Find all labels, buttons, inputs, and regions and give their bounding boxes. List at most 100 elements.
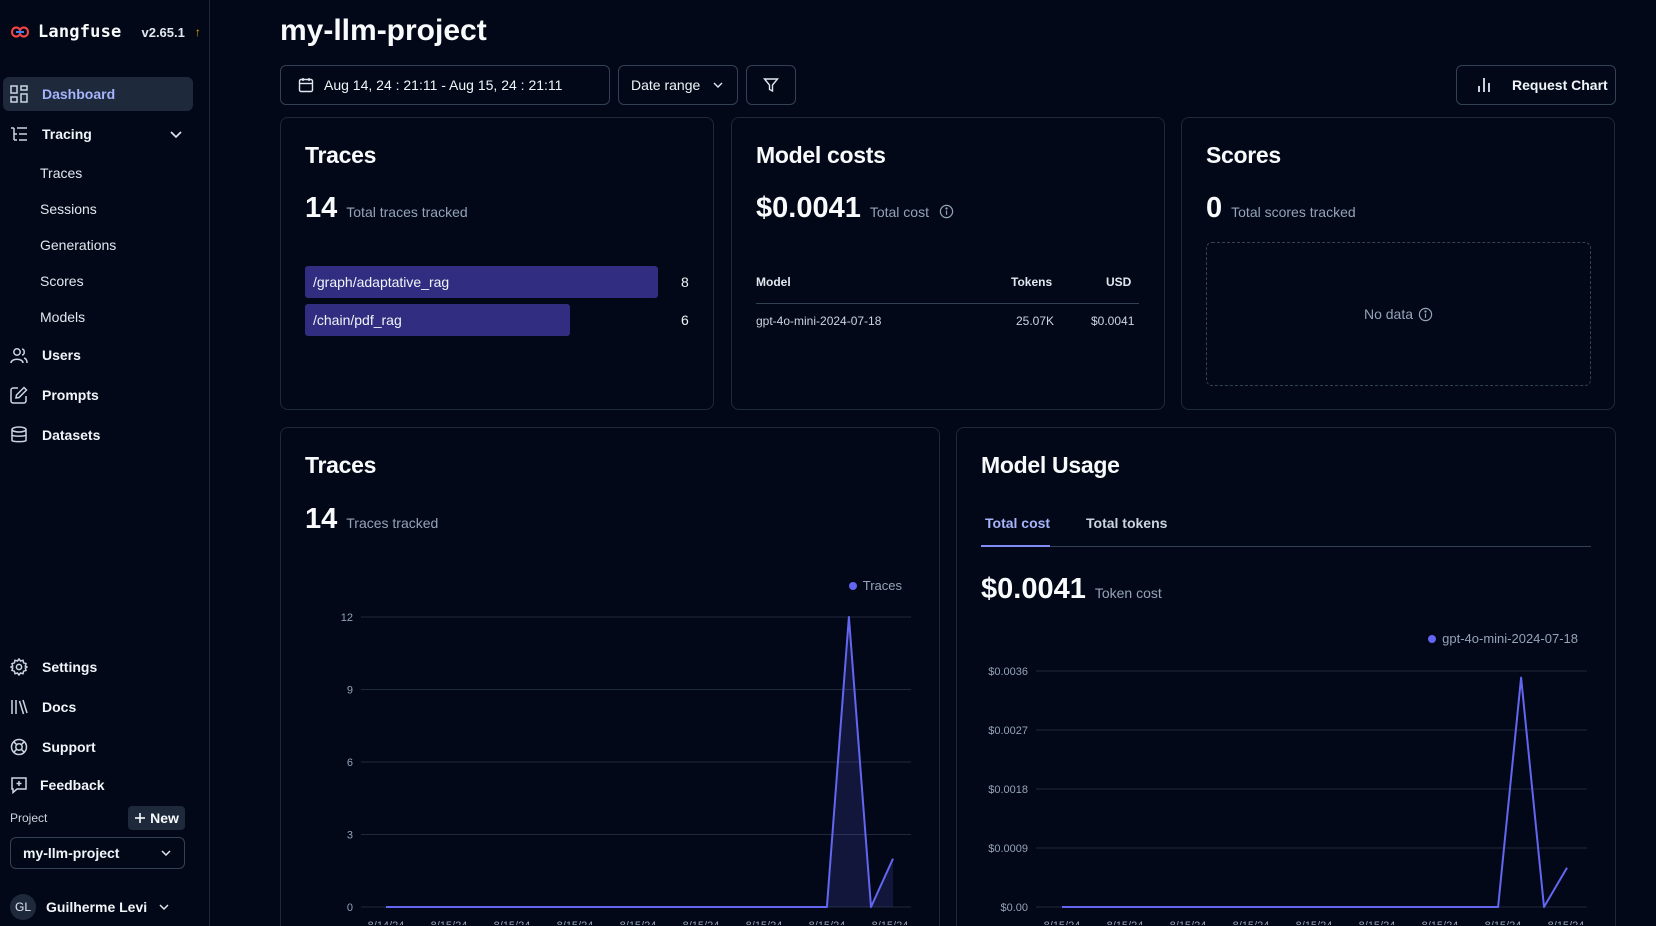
card-title: Model costs (756, 142, 886, 168)
sidebar-item-label: Users (42, 347, 81, 363)
user-menu[interactable]: GL Guilherme Levi (10, 894, 190, 920)
sidebar-item-feedback[interactable]: Feedback (3, 768, 193, 802)
table-cell-usd: $0.0041 (1091, 314, 1135, 328)
calendar-icon (298, 78, 314, 93)
brand-name: Langfuse (38, 22, 122, 42)
trace-bar-value: 8 (681, 274, 689, 290)
model-usage-card: Model Usage Total cost Total tokens $0.0… (956, 427, 1616, 926)
version-badge[interactable]: v2.65.1 (141, 25, 184, 40)
x-tick-label: 8/15/24 (1485, 920, 1522, 925)
metric-value: 14 (305, 192, 338, 224)
sidebar-subitem-generations[interactable]: Generations (40, 237, 116, 253)
x-tick-label: 8/15/24 (620, 920, 657, 925)
trace-bar-value: 6 (681, 312, 689, 328)
filter-icon (763, 78, 779, 93)
x-tick-label: 8/15/24 (431, 920, 468, 925)
new-project-button[interactable]: New (128, 806, 185, 830)
table-cell-model: gpt-4o-mini-2024-07-18 (756, 314, 882, 328)
x-tick-label: 8/15/24 (809, 920, 846, 925)
x-tick-label: 8/15/24 (1170, 920, 1207, 925)
y-tick-label: $0.0036 (988, 666, 1028, 678)
x-tick-label: 8/14/24 (368, 920, 405, 925)
user-name: Guilherme Levi (46, 899, 148, 915)
sidebar-item-datasets[interactable]: Datasets (3, 418, 193, 452)
sidebar: Langfuse v2.65.1 ↑ Dashboard Tracing Tra… (0, 0, 210, 926)
date-range-select-value: Date range (631, 77, 701, 93)
date-range-text: Aug 14, 24 : 21:11 - Aug 15, 24 : 21:11 (324, 77, 563, 93)
column-header-model: Model (756, 275, 791, 289)
dashboard-icon (10, 85, 28, 103)
bar-chart-icon (1478, 78, 1490, 92)
y-tick-label: 12 (341, 612, 353, 624)
sidebar-subitem-sessions[interactable]: Sessions (40, 201, 97, 217)
new-project-label: New (150, 810, 179, 826)
sidebar-subitem-models[interactable]: Models (40, 309, 85, 325)
metric-label: Total cost (869, 204, 929, 220)
sidebar-item-label: Support (42, 739, 96, 755)
x-tick-label: 8/15/24 (557, 920, 594, 925)
project-select[interactable]: my-llm-project (10, 837, 185, 869)
sidebar-item-label: Docs (42, 699, 77, 715)
x-tick-label: 8/15/24 (683, 920, 720, 925)
trace-bar-row: /graph/adaptative_rag 8 (305, 266, 690, 298)
metric-value: 0 (1206, 192, 1223, 224)
page-title: my-llm-project (280, 14, 487, 47)
sidebar-item-support[interactable]: Support (3, 730, 193, 764)
y-tick-label: 9 (347, 685, 353, 697)
sidebar-item-users[interactable]: Users (3, 338, 193, 372)
x-tick-label: 8/15/24 (1422, 920, 1459, 925)
info-icon[interactable] (939, 204, 954, 219)
costs-metric: $0.0041 Total cost (756, 192, 954, 225)
sidebar-item-label: Feedback (40, 777, 105, 793)
y-tick-label: 3 (347, 830, 353, 842)
y-tick-label: $0.0018 (988, 784, 1028, 796)
brand[interactable]: Langfuse v2.65.1 ↑ (10, 20, 201, 44)
sidebar-item-docs[interactable]: Docs (3, 690, 193, 724)
date-range-select[interactable]: Date range (618, 65, 738, 105)
y-tick-label: $0.0009 (988, 843, 1028, 855)
request-chart-button[interactable]: Request Chart (1456, 65, 1616, 105)
sidebar-item-prompts[interactable]: Prompts (3, 378, 193, 412)
x-tick-label: 8/15/24 (1044, 920, 1081, 925)
sidebar-item-tracing[interactable]: Tracing (3, 117, 193, 151)
sidebar-subitem-scores[interactable]: Scores (40, 273, 84, 289)
chevron-down-icon (159, 904, 169, 911)
sidebar-subitem-traces[interactable]: Traces (40, 165, 82, 181)
filter-button[interactable] (746, 65, 796, 105)
plus-icon (135, 813, 146, 823)
support-icon (10, 738, 28, 756)
traces-summary-card: Traces 14 Total traces tracked /graph/ad… (280, 117, 714, 410)
users-icon (10, 348, 28, 364)
x-tick-label: 8/15/24 (746, 920, 783, 925)
sidebar-item-label: Datasets (42, 427, 101, 443)
trace-bar-label: /chain/pdf_rag (313, 312, 402, 328)
no-data-placeholder: No data (1206, 242, 1591, 386)
datasets-icon (11, 426, 27, 443)
sidebar-item-dashboard[interactable]: Dashboard (3, 77, 193, 111)
info-icon[interactable] (1418, 307, 1433, 322)
x-tick-label: 8/15/24 (1548, 920, 1585, 925)
docs-icon (11, 699, 28, 715)
scores-metric: 0 Total scores tracked (1206, 192, 1356, 225)
y-tick-label: 0 (347, 902, 353, 914)
y-tick-label: 6 (347, 757, 353, 769)
date-range-picker[interactable]: Aug 14, 24 : 21:11 - Aug 15, 24 : 21:11 (280, 65, 610, 105)
update-arrow-icon: ↑ (194, 25, 201, 39)
sidebar-item-settings[interactable]: Settings (3, 650, 193, 684)
y-tick-label: $0.0027 (988, 725, 1028, 737)
avatar: GL (10, 894, 36, 920)
x-tick-label: 8/15/24 (1359, 920, 1396, 925)
traces-metric: 14 Total traces tracked (305, 192, 468, 225)
sidebar-item-label: Settings (42, 659, 98, 675)
sidebar-item-label: Tracing (42, 126, 92, 142)
chevron-down-icon (713, 82, 723, 88)
table-divider (756, 303, 1139, 304)
chevron-down-icon[interactable] (167, 125, 185, 143)
trace-bar-label: /graph/adaptative_rag (313, 274, 450, 290)
project-label: Project (10, 811, 48, 825)
model-usage-chart: $0.00 $0.0009 $0.0018 $0.0027 $0.0036 8/15/24… (988, 666, 1587, 925)
x-tick-label: 8/15/24 (1233, 920, 1270, 925)
x-tick-label: 8/15/24 (1296, 920, 1333, 925)
column-header-usd: USD (1106, 275, 1132, 289)
request-chart-label: Request Chart (1512, 77, 1608, 93)
